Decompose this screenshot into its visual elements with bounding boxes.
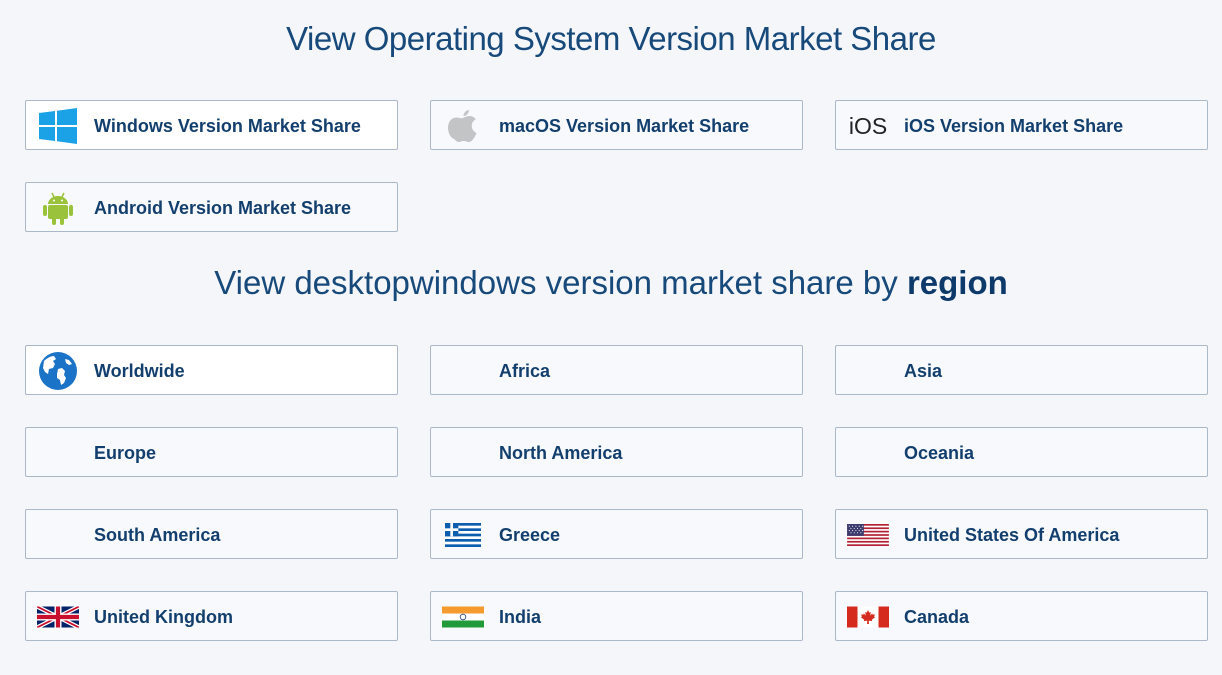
macos-version-link[interactable]: macOS Version Market Share xyxy=(430,100,803,150)
card-label: iOS Version Market Share xyxy=(904,116,1124,136)
ios-version-link[interactable]: iOS iOS Version Market Share xyxy=(835,100,1208,150)
region-south-america-link[interactable]: South America xyxy=(25,509,398,559)
country-greece-link[interactable]: Greece xyxy=(430,509,803,559)
os-section-heading: View Operating System Version Market Sha… xyxy=(286,20,936,57)
card-label: Europe xyxy=(94,443,157,463)
country-canada-link[interactable]: Canada xyxy=(835,591,1208,641)
card-label: United Kingdom xyxy=(94,607,233,627)
usa-flag-icon xyxy=(847,517,889,553)
ios-logo-text: iOS xyxy=(848,112,888,139)
country-india-link[interactable]: India xyxy=(430,591,803,641)
region-oceania-link[interactable]: Oceania xyxy=(835,427,1208,477)
card-label: Oceania xyxy=(904,443,975,463)
canada-flag-icon xyxy=(847,599,889,635)
region-north-america-link[interactable]: North America xyxy=(430,427,803,477)
region-worldwide-link[interactable]: Worldwide xyxy=(25,345,398,395)
card-label: Canada xyxy=(904,607,970,627)
android-version-link[interactable]: Android Version Market Share xyxy=(25,182,398,232)
card-label: North America xyxy=(499,443,623,463)
card-label: United States Of America xyxy=(904,525,1120,545)
india-flag-icon xyxy=(442,599,484,635)
region-africa-link[interactable]: Africa xyxy=(430,345,803,395)
card-label: Asia xyxy=(904,361,943,381)
card-label: Greece xyxy=(499,525,561,545)
card-label: Worldwide xyxy=(94,361,185,381)
country-usa-link[interactable]: United States Of America xyxy=(835,509,1208,559)
region-heading-prefix: View desktopwindows version market share… xyxy=(214,264,898,301)
card-label: India xyxy=(499,607,542,627)
ios-logo-icon: iOS xyxy=(847,108,889,144)
region-section-heading: View desktopwindows version market share… xyxy=(0,264,1222,302)
card-label: Windows Version Market Share xyxy=(94,116,361,136)
uk-flag-icon xyxy=(37,599,79,635)
apple-logo-icon xyxy=(442,108,484,144)
globe-icon xyxy=(37,352,79,390)
card-label: Africa xyxy=(499,361,551,381)
windows-version-link[interactable]: Windows Version Market Share xyxy=(25,100,398,150)
region-europe-link[interactable]: Europe xyxy=(25,427,398,477)
country-uk-link[interactable]: United Kingdom xyxy=(25,591,398,641)
card-label: Android Version Market Share xyxy=(94,198,352,218)
region-heading-bold: region xyxy=(906,264,1008,301)
card-label: macOS Version Market Share xyxy=(499,116,750,136)
region-asia-link[interactable]: Asia xyxy=(835,345,1208,395)
windows-logo-icon xyxy=(37,108,79,144)
android-logo-icon xyxy=(37,190,79,226)
greece-flag-icon xyxy=(442,517,484,553)
card-label: South America xyxy=(94,525,221,545)
